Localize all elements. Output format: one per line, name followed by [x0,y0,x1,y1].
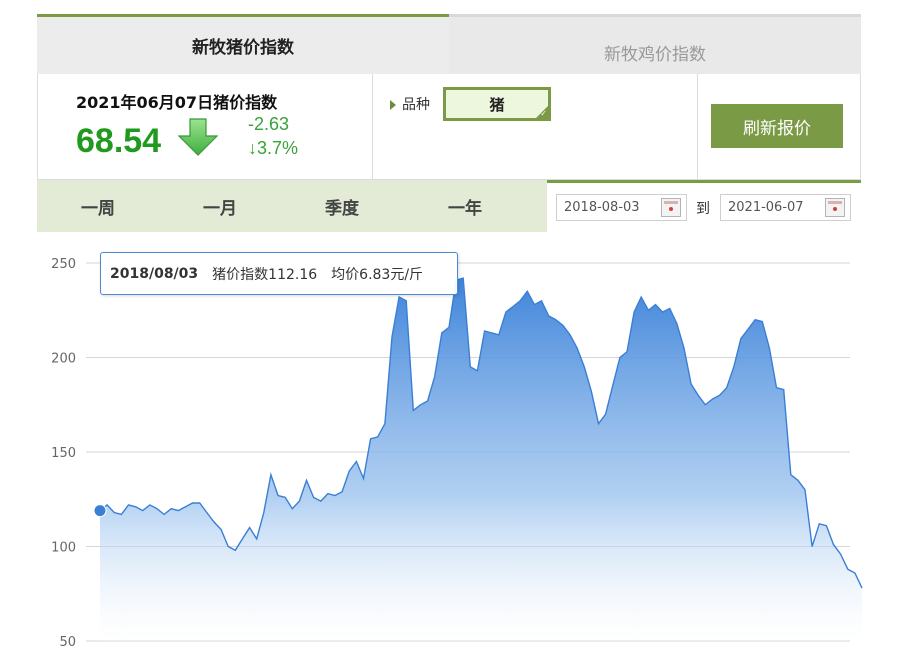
index-change: -2.63 [248,114,290,134]
tab-chicken-index[interactable]: 新牧鸡价指数 [449,14,861,74]
period-month[interactable]: 一月 [203,180,237,232]
variety-pig-button[interactable]: 猪 ✓ [443,87,551,121]
divider [372,74,373,180]
area-chart: 50 100 150 200 250 [51,257,863,650]
index-change-percent: ↓3.7% [248,138,299,158]
price-index-chart: 50 100 150 200 250 2018/08/03 猪价指数112.16 均价6… [0,232,898,672]
check-icon: ✓ [540,109,547,118]
y-axis-ticks: 50 100 150 200 250 [51,257,76,650]
date-range: 2018-08-03 到 2021-06-07 [547,180,861,232]
period-quarter[interactable]: 季度 [325,180,359,232]
start-date-input[interactable]: 2018-08-03 [556,194,687,221]
index-tabs: 新牧猪价指数 新牧鸡价指数 [37,14,861,74]
index-value: 68.54 [76,122,162,160]
divider [697,74,698,180]
y-tick-label: 150 [51,446,76,461]
series-area [100,278,862,641]
to-label: 到 [696,201,710,217]
period-selector: 一周 一月 季度 一年 [37,180,547,232]
calendar-icon[interactable] [825,198,845,217]
y-tick-label: 250 [51,257,76,272]
start-date-value: 2018-08-03 [564,200,640,215]
end-date-value: 2021-06-07 [728,200,804,215]
y-tick-label: 200 [51,352,76,367]
arrow-down-icon [178,118,218,156]
y-tick-label: 50 [59,635,76,650]
y-tick-label: 100 [51,541,76,556]
index-date-title: 2021年06月07日猪价指数 [76,93,278,112]
period-year[interactable]: 一年 [448,180,482,232]
summary-panel: 2021年06月07日猪价指数 68.54 -2.63 ↓3.7% 品种 猪 ✓… [37,74,861,180]
tooltip-index: 猪价指数112.16 [212,266,318,283]
variety-label-text: 品种 [402,97,430,113]
tooltip-price: 均价6.83元/斤 [331,266,424,283]
tooltip-date: 2018/08/03 [110,265,199,282]
end-date-input[interactable]: 2021-06-07 [720,194,851,221]
tab-pig-index[interactable]: 新牧猪价指数 [37,14,449,74]
variety-pig-label: 猪 [489,95,505,114]
triangle-right-icon [390,100,396,110]
refresh-price-button[interactable]: 刷新报价 [711,104,843,148]
calendar-icon[interactable] [661,198,681,217]
variety-label: 品种 [390,94,430,114]
period-week[interactable]: 一周 [81,180,115,232]
highlight-point[interactable] [93,504,107,518]
chart-tooltip: 2018/08/03 猪价指数112.16 均价6.83元/斤 [100,252,458,295]
